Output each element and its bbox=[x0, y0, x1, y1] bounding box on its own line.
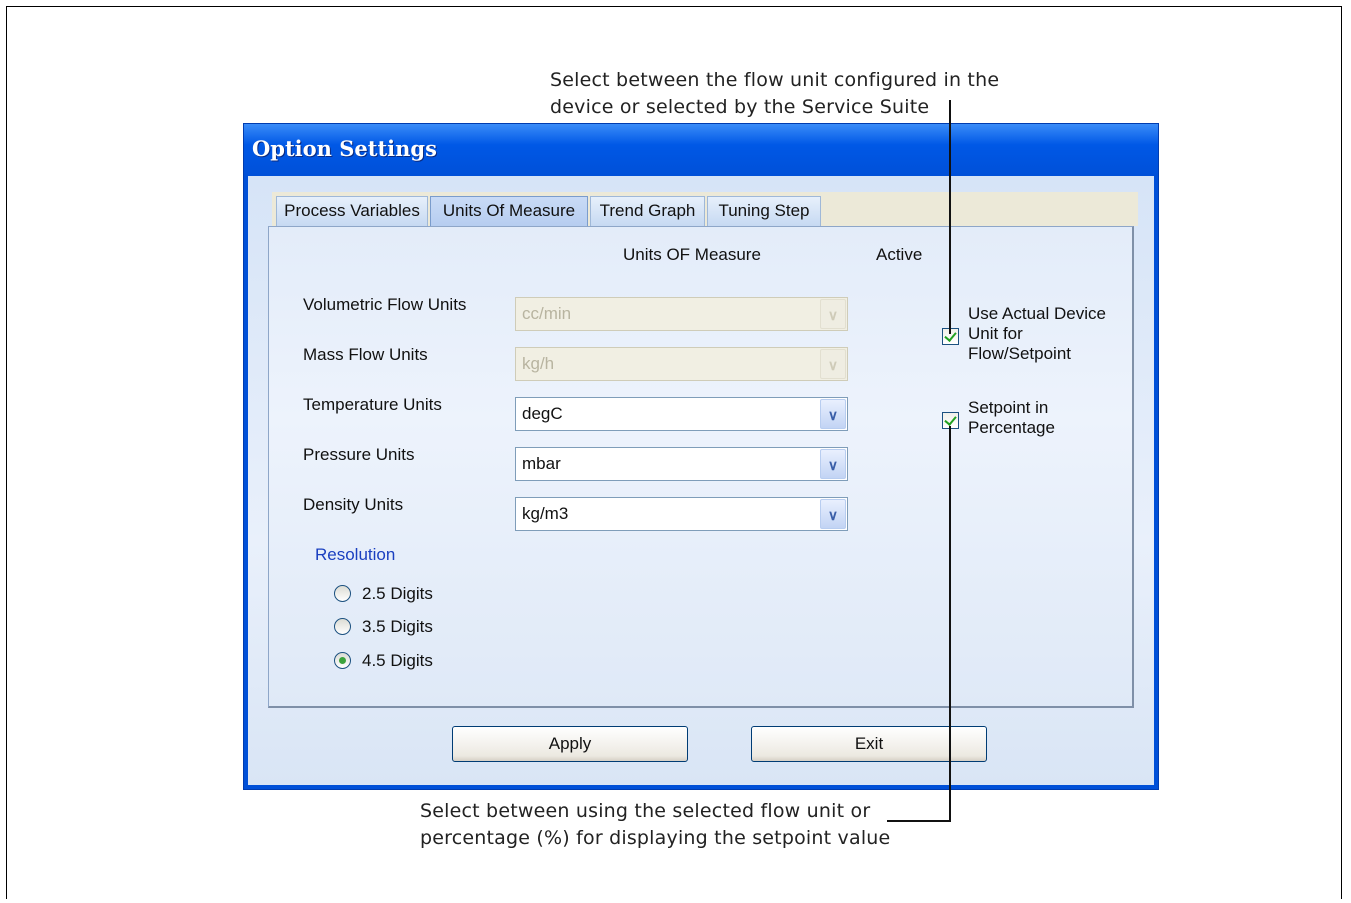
tab-trend-graph[interactable]: Trend Graph bbox=[590, 196, 705, 226]
checkbox-2-line2: Percentage bbox=[968, 418, 1055, 437]
callout-top: Select between the flow unit configured … bbox=[550, 67, 999, 121]
use-actual-device-unit-label[interactable]: Use Actual Device Unit for Flow/Setpoint bbox=[968, 304, 1106, 364]
callout-bottom-leader-horizontal bbox=[887, 820, 951, 822]
mass-flow-label: Mass Flow Units bbox=[303, 345, 428, 364]
density-select[interactable]: kg/m3 ∨ bbox=[515, 497, 848, 531]
density-label: Density Units bbox=[303, 495, 404, 514]
active-header: Active bbox=[876, 245, 923, 264]
temperature-label: Temperature Units bbox=[303, 395, 442, 414]
dropdown-arrow-icon[interactable]: ∨ bbox=[820, 299, 846, 329]
temperature-select[interactable]: degC ∨ bbox=[515, 397, 848, 431]
checkbox-1-line3: Flow/Setpoint bbox=[968, 344, 1071, 363]
callout-top-leader bbox=[949, 100, 951, 334]
mass-flow-select[interactable]: kg/h ∨ bbox=[515, 347, 848, 381]
volumetric-flow-value: cc/min bbox=[522, 304, 572, 323]
callout-top-line2: device or selected by the Service Suite bbox=[550, 96, 930, 118]
density-value: kg/m3 bbox=[522, 504, 569, 523]
radio-4-5-label[interactable]: 4.5 Digits bbox=[362, 651, 433, 671]
radio-3-5-label[interactable]: 3.5 Digits bbox=[362, 617, 433, 637]
exit-button[interactable]: Exit bbox=[751, 726, 987, 762]
radio-4-5-digits[interactable] bbox=[334, 652, 351, 669]
radio-2-5-label[interactable]: 2.5 Digits bbox=[362, 584, 433, 604]
dialog-client-area: Process Variables Units Of Measure Trend… bbox=[248, 176, 1154, 785]
temperature-value: degC bbox=[522, 404, 563, 423]
callout-bottom: Select between using the selected flow u… bbox=[420, 798, 890, 852]
checkbox-1-line2: Unit for bbox=[968, 324, 1023, 343]
dialog-title: Option Settings bbox=[252, 136, 437, 161]
dropdown-arrow-icon[interactable]: ∨ bbox=[820, 349, 846, 379]
radio-2-5-digits[interactable] bbox=[334, 585, 351, 602]
volumetric-flow-label: Volumetric Flow Units bbox=[303, 295, 467, 314]
checkbox-1-line1: Use Actual Device bbox=[968, 304, 1106, 323]
tab-units-of-measure[interactable]: Units Of Measure bbox=[430, 196, 588, 226]
callout-bottom-line2: percentage (%) for displaying the setpoi… bbox=[420, 827, 891, 849]
dropdown-arrow-icon[interactable]: ∨ bbox=[820, 449, 846, 479]
dropdown-arrow-icon[interactable]: ∨ bbox=[820, 499, 846, 529]
dropdown-arrow-icon[interactable]: ∨ bbox=[820, 399, 846, 429]
pressure-select[interactable]: mbar ∨ bbox=[515, 447, 848, 481]
pressure-label: Pressure Units bbox=[303, 445, 415, 464]
callout-bottom-line1: Select between using the selected flow u… bbox=[420, 800, 871, 822]
tab-process-variables[interactable]: Process Variables bbox=[276, 196, 428, 226]
pressure-value: mbar bbox=[522, 454, 561, 473]
callout-top-line1: Select between the flow unit configured … bbox=[550, 69, 1000, 91]
callout-bottom-leader bbox=[949, 426, 951, 822]
option-settings-dialog: Option Settings Process Variables Units … bbox=[243, 123, 1159, 790]
mass-flow-value: kg/h bbox=[522, 354, 555, 373]
title-bar[interactable]: Option Settings bbox=[244, 124, 1158, 176]
apply-button[interactable]: Apply bbox=[452, 726, 688, 762]
resolution-label: Resolution bbox=[315, 545, 396, 564]
checkbox-2-line1: Setpoint in bbox=[968, 398, 1049, 417]
units-header: Units OF Measure bbox=[623, 245, 761, 264]
radio-3-5-digits[interactable] bbox=[334, 618, 351, 635]
volumetric-flow-select[interactable]: cc/min ∨ bbox=[515, 297, 848, 331]
tab-tuning-step[interactable]: Tuning Step bbox=[707, 196, 821, 226]
setpoint-in-percentage-label[interactable]: Setpoint in Percentage bbox=[968, 398, 1055, 438]
units-of-measure-panel: Units OF Measure Active Volumetric Flow … bbox=[268, 226, 1134, 708]
